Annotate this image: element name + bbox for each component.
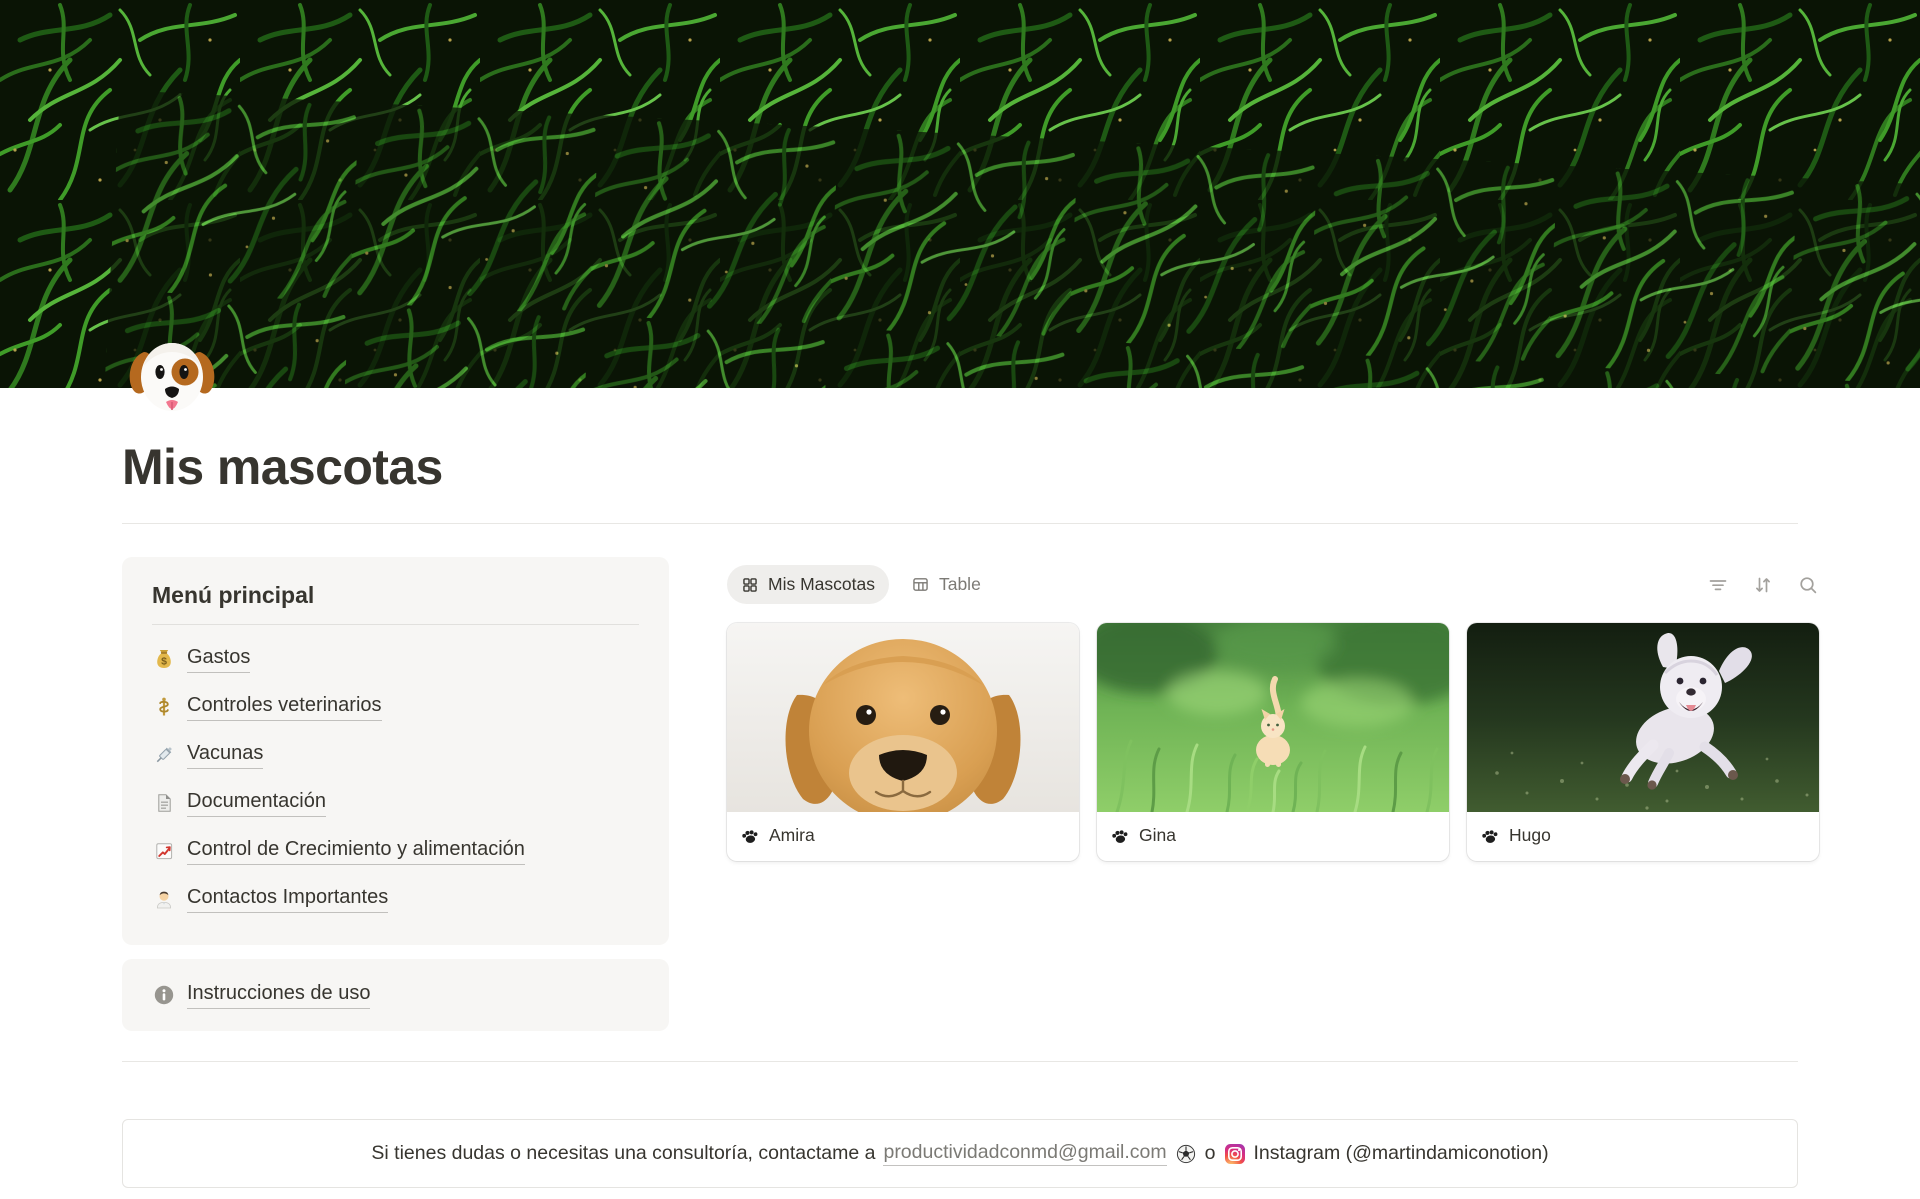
syringe-icon (152, 743, 176, 767)
menu-principal-box: Menú principal $ Gastos (122, 557, 669, 945)
dog-face-icon (122, 322, 222, 422)
chart-increasing-icon (152, 839, 176, 863)
pet-card-hugo[interactable]: Hugo (1467, 623, 1819, 861)
pet-photo-kitten-in-grass (1097, 623, 1449, 812)
pet-name: Hugo (1509, 825, 1551, 846)
gallery-grid-icon (741, 576, 759, 594)
pet-card-gina[interactable]: Gina (1097, 623, 1449, 861)
info-icon (152, 983, 176, 1007)
instructions-box[interactable]: Instrucciones de uso (122, 959, 669, 1031)
menu-item-gastos[interactable]: $ Gastos (152, 645, 639, 673)
tab-table[interactable]: Table (897, 565, 995, 604)
email-link[interactable]: productividadconmd@gmail.com (883, 1141, 1166, 1166)
menu-item-vacunas[interactable]: Vacunas (152, 741, 639, 769)
search-icon[interactable] (1797, 574, 1819, 596)
page-title: Mis mascotas (122, 438, 1798, 496)
medical-symbol-icon (152, 695, 176, 719)
menu-divider (152, 624, 639, 625)
divider-bottom (122, 1061, 1798, 1062)
svg-text:$: $ (161, 656, 167, 668)
menu-link-label: Contactos Importantes (187, 885, 388, 913)
pet-photo-golden-retriever-puppy (727, 623, 1079, 812)
instagram-icon (1224, 1143, 1246, 1165)
pet-name: Gina (1139, 825, 1176, 846)
filter-icon[interactable] (1707, 574, 1729, 596)
menu-item-contactos-importantes[interactable]: Contactos Importantes (152, 885, 639, 913)
health-worker-icon (152, 887, 176, 911)
pet-name: Amira (769, 825, 815, 846)
tab-mis-mascotas[interactable]: Mis Mascotas (727, 565, 889, 604)
paw-prints-icon (1481, 827, 1499, 845)
tab-label: Table (939, 574, 981, 595)
money-bag-icon: $ (152, 647, 176, 671)
callout-text: Si tienes dudas o necesitas una consulto… (371, 1142, 875, 1165)
page-icon-dog-emoji[interactable] (122, 322, 222, 422)
menu-link-label: Control de Crecimiento y alimentación (187, 837, 525, 865)
menu-item-control-crecimiento[interactable]: Control de Crecimiento y alimentación (152, 837, 639, 865)
callout-text-middle: o (1205, 1142, 1216, 1165)
menu-link-label: Vacunas (187, 741, 263, 769)
pet-card-amira[interactable]: Amira (727, 623, 1079, 861)
pet-photo-white-dog-running (1467, 623, 1819, 812)
divider-top (122, 523, 1798, 524)
menu-item-documentacion[interactable]: Documentación (152, 789, 639, 817)
menu-link-label: Gastos (187, 645, 250, 673)
table-icon (911, 575, 930, 594)
gallery-toolbar: Mis Mascotas Table (727, 565, 1819, 604)
document-icon (152, 791, 176, 815)
contact-callout: Si tienes dudas o necesitas una consulto… (122, 1119, 1798, 1188)
grass-cover-graphic (0, 0, 1920, 388)
paw-prints-icon (741, 827, 759, 845)
menu-link-label: Documentación (187, 789, 326, 817)
menu-item-controles-veterinarios[interactable]: Controles veterinarios (152, 693, 639, 721)
cover-image (0, 0, 1920, 388)
instructions-link-label: Instrucciones de uso (187, 981, 370, 1009)
tab-label: Mis Mascotas (768, 574, 875, 595)
paw-prints-icon (1111, 827, 1129, 845)
soccer-ball-icon (1175, 1143, 1197, 1165)
sort-icon[interactable] (1752, 574, 1774, 596)
menu-heading: Menú principal (152, 582, 639, 609)
menu-link-label: Controles veterinarios (187, 693, 382, 721)
instagram-label[interactable]: Instagram (@martindamiconotion) (1254, 1142, 1549, 1165)
